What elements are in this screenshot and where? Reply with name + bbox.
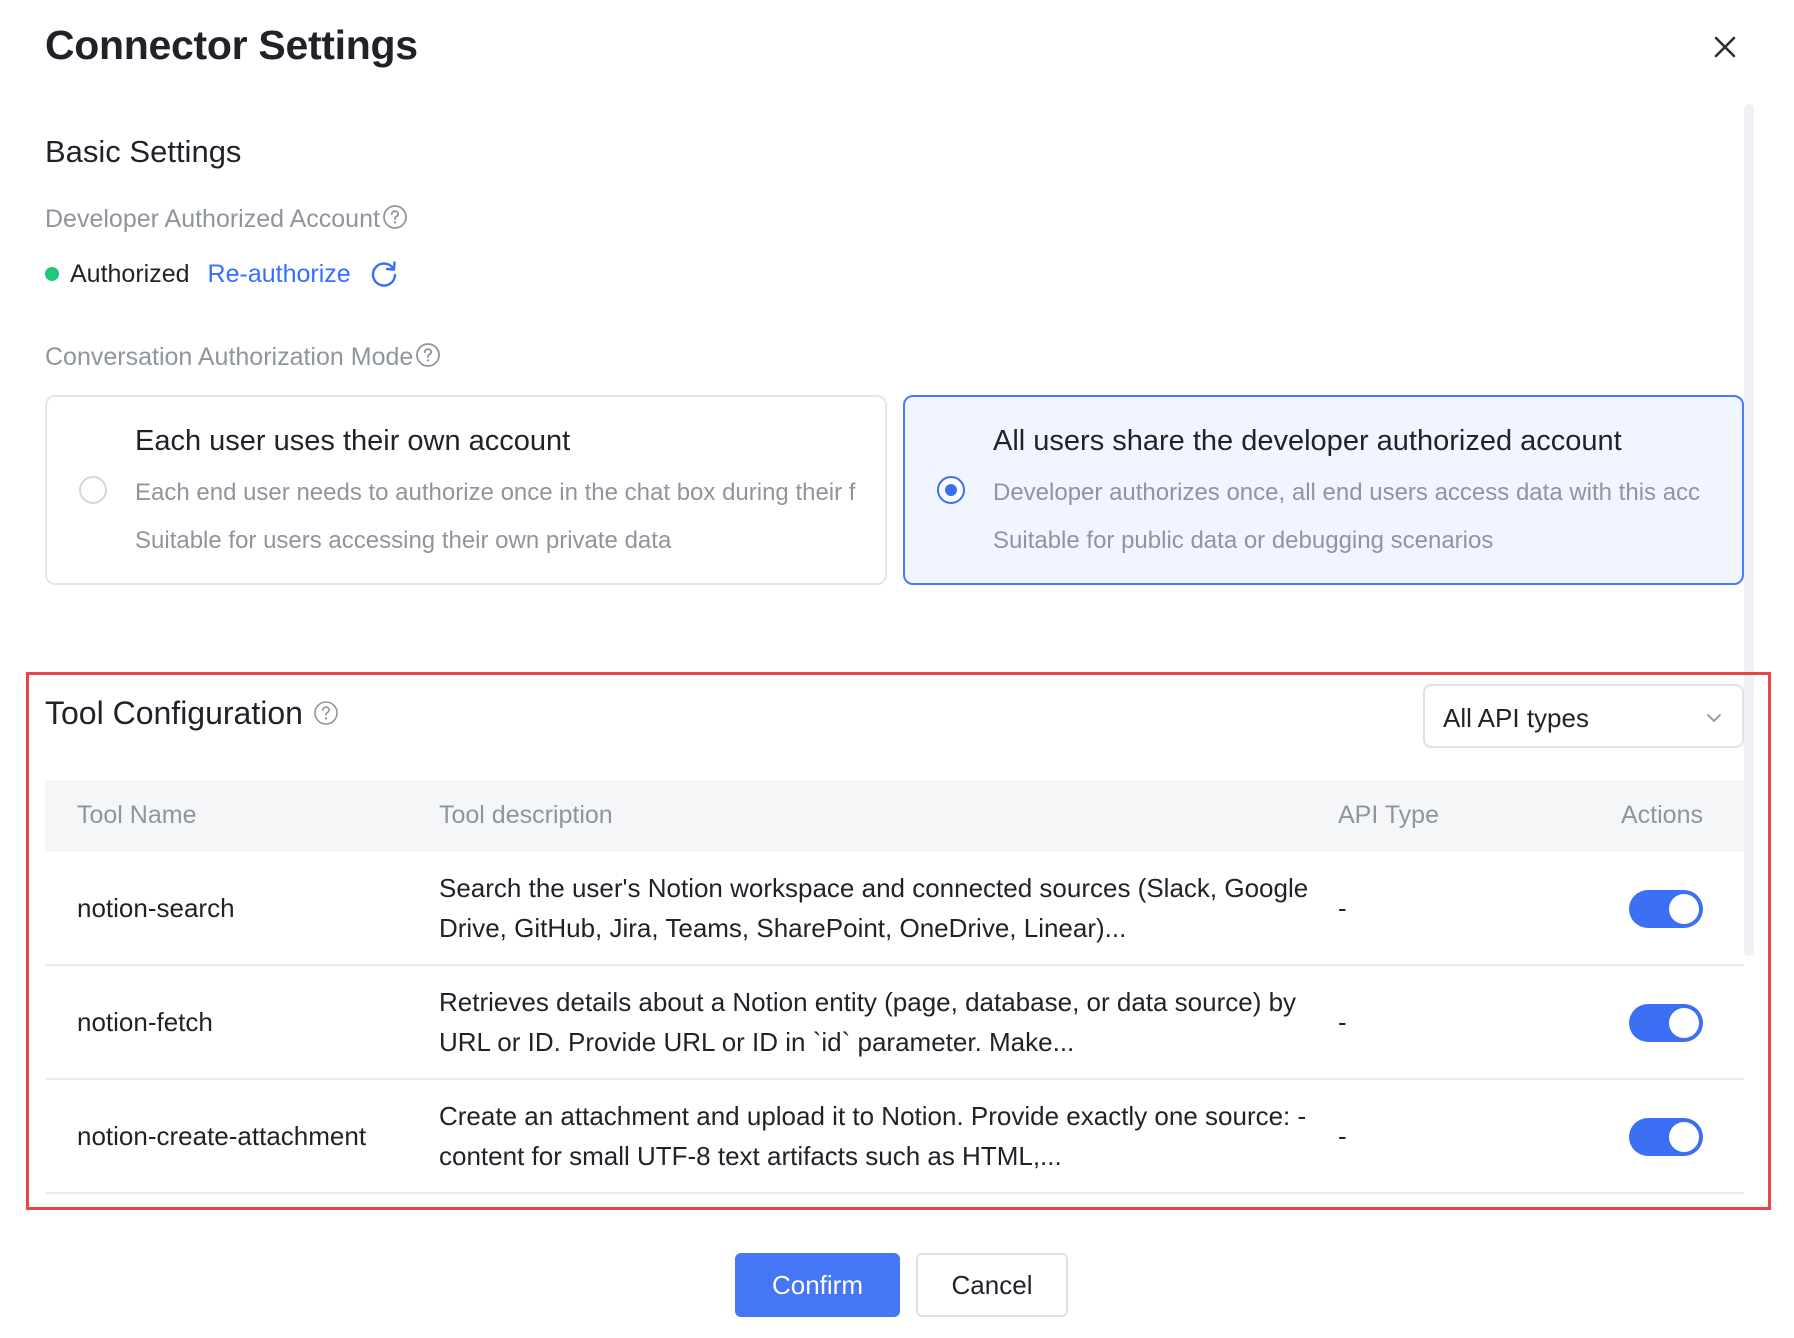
help-icon[interactable] xyxy=(313,700,339,726)
radio-dot xyxy=(945,484,957,496)
tools-table: Tool Name Tool description API Type Acti… xyxy=(45,780,1744,1194)
tool-enabled-toggle[interactable] xyxy=(1629,1004,1703,1042)
mode-card-shared-account[interactable]: All users share the developer authorized… xyxy=(903,395,1744,585)
table-row: notion-fetch Retrieves details about a N… xyxy=(45,966,1744,1080)
mode-card-own-account[interactable]: Each user uses their own account Each en… xyxy=(45,395,887,585)
api-type-select-value: All API types xyxy=(1443,703,1589,733)
mode-card-description: Developer authorizes once, all end users… xyxy=(993,479,1701,506)
reauthorize-link[interactable]: Re-authorize xyxy=(208,260,351,289)
tool-api-type: - xyxy=(1338,1120,1347,1151)
refresh-icon[interactable] xyxy=(369,259,399,289)
column-header-api-type: API Type xyxy=(1338,801,1439,829)
scrollbar-thumb[interactable] xyxy=(1744,104,1754,956)
table-header: Tool Name Tool description API Type Acti… xyxy=(45,780,1744,852)
tool-enabled-toggle[interactable] xyxy=(1629,1118,1703,1156)
tool-description: Search the user's Notion workspace and c… xyxy=(439,873,1309,943)
toggle-knob xyxy=(1669,1008,1699,1038)
mode-card-title: Each user uses their own account xyxy=(135,425,571,457)
chevron-down-icon xyxy=(1704,708,1724,728)
close-icon xyxy=(1714,36,1736,58)
toggle-knob xyxy=(1669,894,1699,924)
basic-settings-heading: Basic Settings xyxy=(45,134,242,169)
column-header-actions: Actions xyxy=(1621,801,1703,829)
mode-card-note: Suitable for public data or debugging sc… xyxy=(993,527,1494,554)
connector-settings-dialog: Connector Settings Basic Settings Develo… xyxy=(0,0,1794,1338)
dialog-title: Connector Settings xyxy=(45,22,418,68)
radio-unselected[interactable] xyxy=(79,476,107,504)
cancel-button[interactable]: Cancel xyxy=(916,1253,1068,1317)
api-type-select[interactable]: All API types xyxy=(1423,684,1744,748)
mode-card-title: All users share the developer authorized… xyxy=(993,425,1622,457)
conversation-mode-label: Conversation Authorization Mode xyxy=(45,343,441,372)
tool-api-type: - xyxy=(1338,1006,1347,1037)
developer-account-label: Developer Authorized Account xyxy=(45,205,408,234)
authorization-status-row: Authorized Re-authorize xyxy=(45,256,399,292)
close-button[interactable] xyxy=(1706,28,1744,66)
conversation-mode-label-text: Conversation Authorization Mode xyxy=(45,343,414,371)
tool-name: notion-search xyxy=(77,893,235,923)
confirm-button[interactable]: Confirm xyxy=(735,1253,900,1317)
mode-card-description: Each end user needs to authorize once in… xyxy=(135,479,856,506)
tool-api-type: - xyxy=(1338,892,1347,923)
tool-description: Create an attachment and upload it to No… xyxy=(439,1101,1307,1171)
table-row: notion-search Search the user's Notion w… xyxy=(45,852,1744,966)
tool-name: notion-fetch xyxy=(77,1007,213,1037)
tool-description: Retrieves details about a Notion entity … xyxy=(439,987,1297,1057)
help-icon[interactable] xyxy=(415,342,441,368)
column-header-tool-name: Tool Name xyxy=(77,801,197,829)
table-row: notion-create-attachment Create an attac… xyxy=(45,1080,1744,1194)
toggle-knob xyxy=(1669,1122,1699,1152)
radio-selected[interactable] xyxy=(937,476,965,504)
tool-configuration-title: Tool Configuration xyxy=(45,695,303,731)
tool-enabled-toggle[interactable] xyxy=(1629,890,1703,928)
mode-card-note: Suitable for users accessing their own p… xyxy=(135,527,672,554)
column-header-tool-description: Tool description xyxy=(439,801,613,829)
help-icon[interactable] xyxy=(382,204,408,230)
tool-configuration-heading: Tool Configuration xyxy=(45,695,339,732)
developer-account-label-text: Developer Authorized Account xyxy=(45,205,380,233)
tool-name: notion-create-attachment xyxy=(77,1121,367,1151)
status-dot xyxy=(45,267,59,281)
auth-status-text: Authorized xyxy=(70,259,190,288)
